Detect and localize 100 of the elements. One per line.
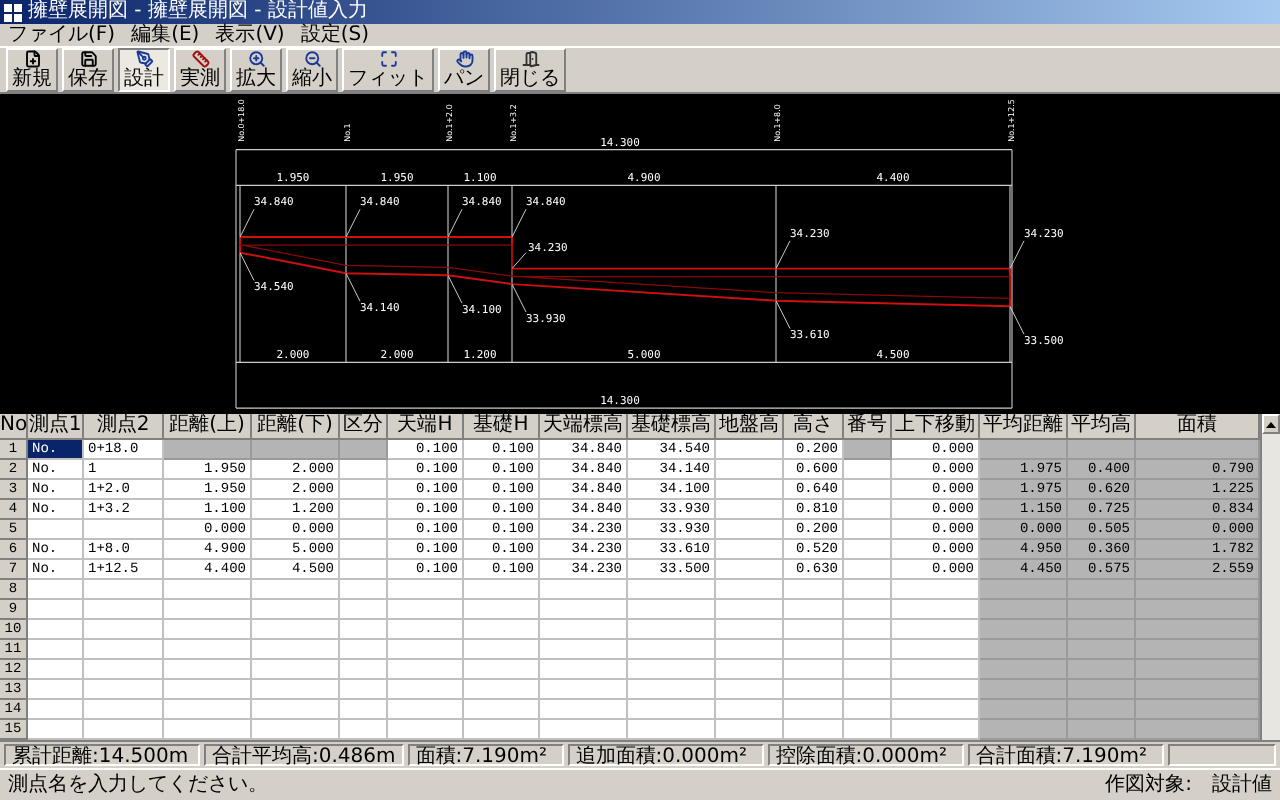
column-header[interactable]: 番号	[844, 414, 892, 441]
table-cell[interactable]	[716, 700, 784, 721]
column-header[interactable]: 距離(下)	[252, 414, 340, 441]
table-cell[interactable]	[252, 680, 340, 701]
table-cell[interactable]	[84, 680, 164, 701]
table-cell[interactable]	[252, 720, 340, 741]
table-cell[interactable]	[1136, 660, 1260, 681]
table-cell[interactable]	[844, 720, 892, 741]
menu-item[interactable]: 編集(E)	[131, 24, 200, 46]
table-cell[interactable]	[892, 660, 980, 681]
table-cell[interactable]	[388, 620, 464, 641]
table-cell[interactable]	[252, 700, 340, 721]
table-cell[interactable]	[340, 480, 388, 501]
table-cell[interactable]	[716, 680, 784, 701]
table-cell[interactable]	[1136, 600, 1260, 621]
column-header[interactable]: 面積	[1136, 414, 1260, 441]
table-cell[interactable]	[844, 540, 892, 561]
table-cell[interactable]	[84, 660, 164, 681]
table-cell[interactable]	[388, 700, 464, 721]
table-cell[interactable]	[464, 600, 540, 621]
table-cell[interactable]	[388, 600, 464, 621]
table-cell[interactable]	[716, 720, 784, 741]
table-cell[interactable]	[540, 620, 628, 641]
toolbar-button[interactable]: 縮小	[286, 48, 338, 92]
table-cell[interactable]	[844, 560, 892, 581]
table-cell[interactable]	[1068, 440, 1136, 461]
table-cell[interactable]	[844, 580, 892, 601]
table-cell[interactable]	[28, 620, 84, 641]
table-cell[interactable]	[1068, 720, 1136, 741]
table-cell[interactable]	[28, 520, 84, 541]
table-cell[interactable]	[628, 680, 716, 701]
column-header[interactable]: 天端H	[388, 414, 464, 441]
menu-item[interactable]: 表示(V)	[215, 24, 285, 46]
table-cell[interactable]	[892, 640, 980, 661]
table-cell[interactable]	[540, 580, 628, 601]
table-cell[interactable]	[1068, 600, 1136, 621]
table-cell[interactable]	[784, 720, 844, 741]
table-cell[interactable]	[716, 660, 784, 681]
column-header[interactable]: 測点1	[28, 414, 84, 441]
table-cell[interactable]	[628, 600, 716, 621]
column-header[interactable]: 地盤高	[716, 414, 784, 441]
table-cell[interactable]	[540, 660, 628, 681]
table-cell[interactable]	[340, 560, 388, 581]
table-cell[interactable]	[784, 640, 844, 661]
table-cell[interactable]	[464, 620, 540, 641]
table-cell[interactable]	[164, 640, 252, 661]
toolbar-button[interactable]: 設計	[118, 48, 170, 92]
column-header[interactable]: 天端標高	[540, 414, 628, 441]
table-cell[interactable]	[716, 620, 784, 641]
scroll-up-button[interactable]	[1262, 414, 1280, 435]
table-cell[interactable]	[980, 700, 1068, 721]
table-cell[interactable]	[628, 720, 716, 741]
table-cell[interactable]	[464, 640, 540, 661]
table-cell[interactable]	[844, 640, 892, 661]
table-cell[interactable]	[84, 700, 164, 721]
toolbar-button[interactable]: 実測	[174, 48, 226, 92]
table-cell[interactable]	[1136, 580, 1260, 601]
table-cell[interactable]	[716, 580, 784, 601]
table-cell[interactable]	[340, 680, 388, 701]
table-cell[interactable]	[980, 680, 1068, 701]
table-cell[interactable]	[340, 600, 388, 621]
table-cell[interactable]	[28, 580, 84, 601]
table-cell[interactable]	[28, 720, 84, 741]
table-cell[interactable]	[716, 520, 784, 541]
table-cell[interactable]	[340, 460, 388, 481]
table-cell[interactable]	[340, 700, 388, 721]
table-cell[interactable]	[716, 540, 784, 561]
table-cell[interactable]	[628, 660, 716, 681]
table-cell[interactable]	[1068, 680, 1136, 701]
table-cell[interactable]	[1068, 660, 1136, 681]
table-cell[interactable]	[84, 640, 164, 661]
table-cell[interactable]	[628, 640, 716, 661]
table-cell[interactable]	[540, 640, 628, 661]
table-cell[interactable]	[980, 580, 1068, 601]
toolbar-button[interactable]: パン	[438, 48, 490, 92]
table-cell[interactable]	[628, 620, 716, 641]
table-cell[interactable]	[340, 540, 388, 561]
menu-item[interactable]: 設定(S)	[300, 24, 369, 46]
table-cell[interactable]	[980, 600, 1068, 621]
table-cell[interactable]	[892, 620, 980, 641]
table-cell[interactable]	[892, 680, 980, 701]
table-cell[interactable]	[784, 580, 844, 601]
column-header[interactable]: 区分	[340, 414, 388, 441]
table-cell[interactable]	[980, 440, 1068, 461]
table-cell[interactable]	[892, 720, 980, 741]
table-cell[interactable]	[716, 500, 784, 521]
table-cell[interactable]	[1068, 580, 1136, 601]
table-cell[interactable]	[1136, 680, 1260, 701]
table-cell[interactable]	[1136, 720, 1260, 741]
table-cell[interactable]	[844, 680, 892, 701]
table-cell[interactable]	[464, 720, 540, 741]
table-cell[interactable]	[716, 460, 784, 481]
table-cell[interactable]	[28, 640, 84, 661]
table-cell[interactable]	[388, 580, 464, 601]
table-cell[interactable]	[716, 600, 784, 621]
table-cell[interactable]	[1136, 620, 1260, 641]
table-cell[interactable]	[340, 520, 388, 541]
table-cell[interactable]	[252, 640, 340, 661]
table-cell[interactable]	[28, 600, 84, 621]
table-cell[interactable]	[164, 580, 252, 601]
